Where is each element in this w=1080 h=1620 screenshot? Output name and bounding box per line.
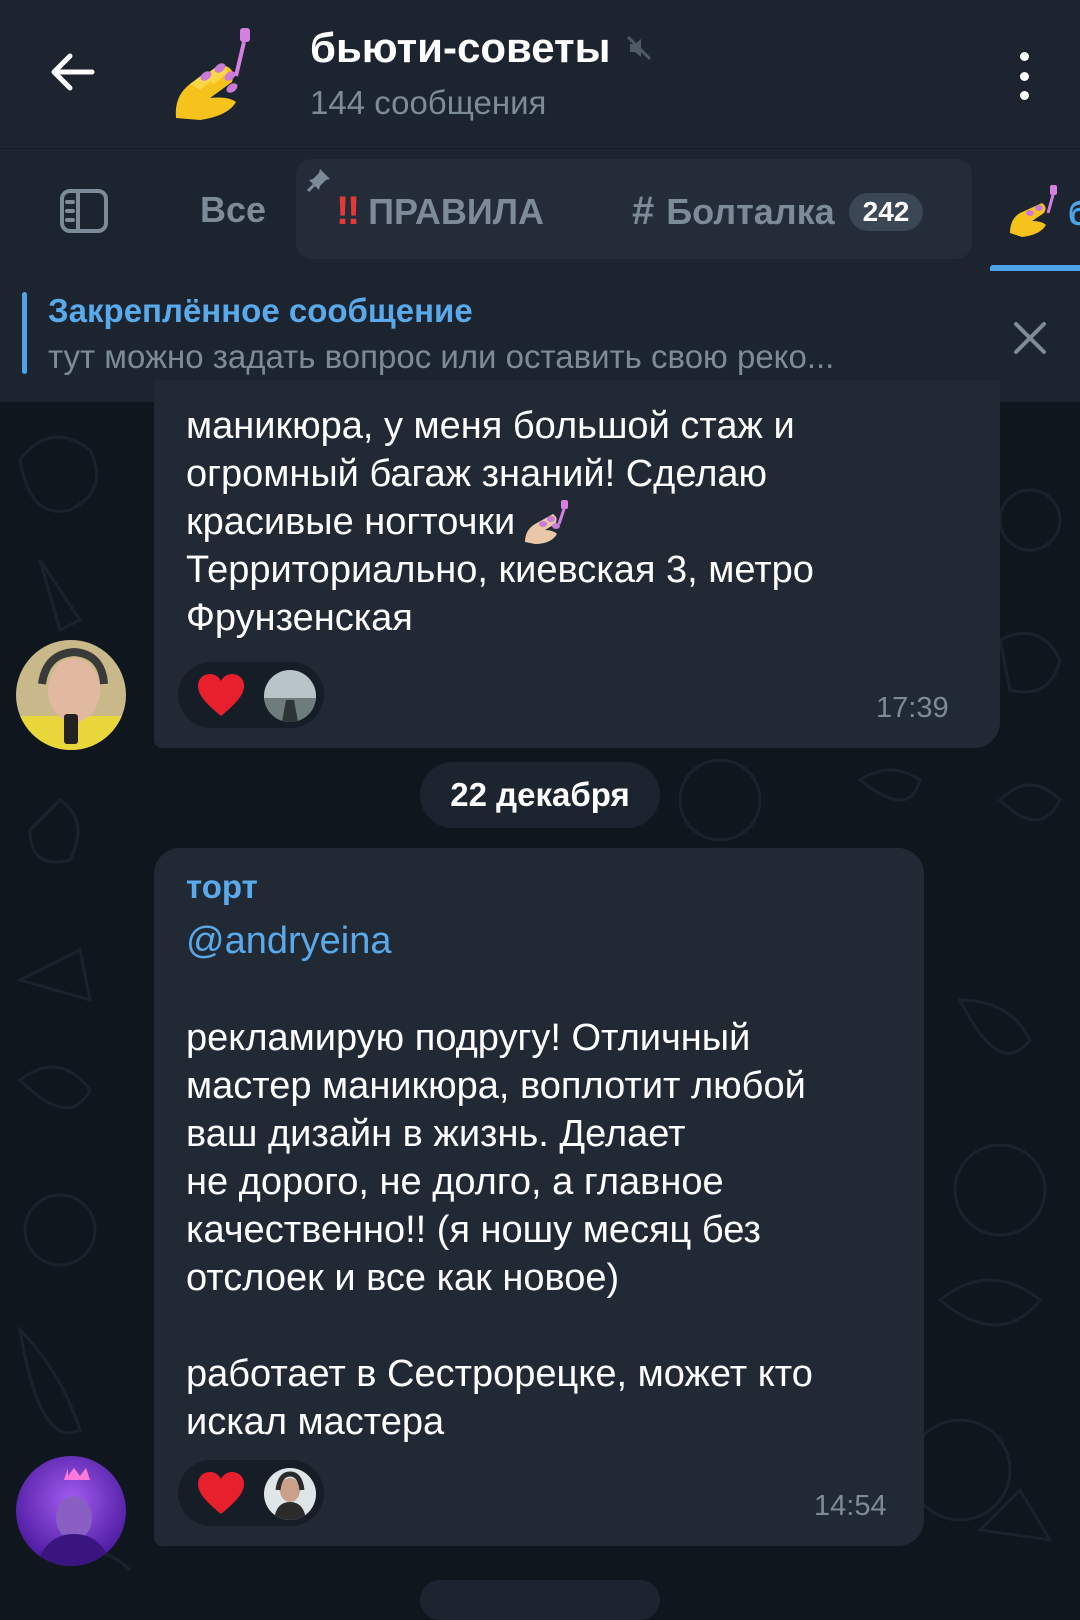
muted-icon (627, 35, 652, 61)
close-icon[interactable] (1008, 316, 1052, 360)
date-separator: 22 декабря (420, 762, 660, 828)
chat-header: бьюти-советы 144 сообщения (0, 0, 1080, 148)
pinned-accent-line (22, 292, 27, 374)
message-bubble[interactable]: торт @andryeina рекламирую подругу! Отли… (154, 848, 924, 1546)
tab-all[interactable]: Все (200, 189, 266, 231)
message-line: отслоек и все как новое) (186, 1257, 620, 1299)
heart-icon (198, 1472, 244, 1514)
topics-panel-icon[interactable] (56, 187, 112, 235)
user-avatar[interactable] (16, 1456, 126, 1566)
chat-title[interactable]: бьюти-советы (310, 24, 610, 72)
svg-text:б: б (1068, 195, 1080, 233)
reaction-pill[interactable] (178, 1460, 324, 1526)
group-avatar[interactable] (170, 26, 256, 126)
message-line: искал мастера (186, 1401, 445, 1443)
more-options-button[interactable] (1004, 46, 1044, 106)
pinned-text: тут можно задать вопрос или оставить сво… (48, 338, 835, 375)
pin-icon (306, 169, 330, 193)
topic-tabs: Все ‼ ПРАВИЛА # Болталка 242 б (0, 148, 1080, 273)
active-tab-indicator (990, 265, 1080, 271)
message-line: не дорого, не долго, а главное (186, 1161, 724, 1203)
arrow-left-icon (51, 53, 95, 91)
unread-badge: 242 (848, 192, 924, 231)
nail-polish-emoji-icon (525, 500, 569, 544)
reactor-avatar (264, 670, 316, 722)
message-time: 14:54 (814, 1490, 887, 1522)
message-line: Фрунзенская (186, 597, 413, 639)
message-line: качественно!! (я ношу месяц без (186, 1209, 761, 1251)
user-avatar[interactable] (16, 640, 126, 750)
dot-icon (1019, 52, 1029, 61)
nail-polish-icon (175, 28, 250, 120)
chat-subtitle: 144 сообщения (310, 84, 547, 121)
date-separator-next (420, 1580, 660, 1620)
heart-icon (198, 674, 244, 716)
reactor-avatar (264, 1468, 316, 1520)
message-line: мастер маникюра, воплотит любой (186, 1065, 806, 1107)
message-line: рекламирую подругу! Отличный (186, 1017, 751, 1059)
message-time: 17:39 (876, 692, 949, 724)
tab-chat-label: Болталка (666, 190, 835, 232)
dot-icon (1019, 71, 1029, 81)
pinned-title: Закреплённое сообщение (48, 292, 473, 329)
message-line: красивые ногточки (186, 501, 516, 543)
mention-link[interactable]: @andryeina (186, 920, 391, 963)
message-bubble[interactable]: маникюра, у меня большой стаж и огромный… (154, 380, 1000, 748)
pinned-topics-group: ‼ ПРАВИЛА # Болталка 242 (296, 159, 972, 259)
tab-beauty[interactable]: б (1006, 183, 1080, 239)
message-line: маникюра, у меня большой стаж и (186, 405, 795, 447)
tab-rules-label: ПРАВИЛА (368, 190, 545, 232)
tab-rules[interactable]: ‼ ПРАВИЛА (336, 189, 544, 234)
message-line: ваш дизайн в жизнь. Делает (186, 1113, 686, 1155)
hash-icon: # (632, 189, 655, 233)
reaction-pill[interactable] (178, 662, 324, 728)
message-line: работает в Сестрорецке, может кто (186, 1353, 813, 1395)
sender-name[interactable]: торт (186, 868, 258, 906)
message-line: Территориально, киевская 3, метро (186, 549, 814, 591)
back-button[interactable] (40, 40, 104, 104)
tab-chat[interactable]: # Болталка 242 (632, 189, 924, 234)
message-line: огромный багаж знаний! Сделаю (186, 453, 768, 495)
double-exclamation-icon: ‼ (336, 189, 360, 233)
dot-icon (1019, 91, 1029, 100)
